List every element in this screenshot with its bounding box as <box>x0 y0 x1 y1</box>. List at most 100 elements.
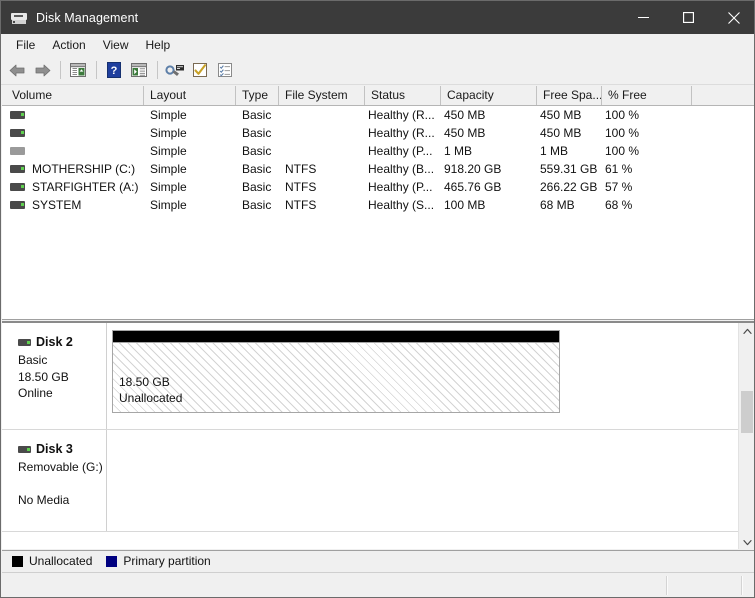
volume-list-rows: SimpleBasicHealthy (R...450 MB450 MB100 … <box>2 106 755 214</box>
menu-item-help[interactable]: Help <box>138 35 180 55</box>
disk-drive-icon <box>18 446 31 453</box>
volume-drive-icon <box>10 201 25 209</box>
disk-drive-icon <box>11 10 27 26</box>
partition-body: 18.50 GBUnallocated <box>113 342 559 412</box>
volume-cell-layout: Simple <box>150 106 236 124</box>
action-list-icon <box>217 62 234 78</box>
column-header-volume[interactable]: Volume <box>6 86 144 105</box>
disk-name: Disk 3 <box>36 442 73 456</box>
volume-cell-capacity: 100 MB <box>444 196 537 214</box>
scroll-up-icon <box>743 328 752 335</box>
maximize-icon <box>683 12 694 23</box>
disk-graphical-panel: Disk 2Basic18.50 GBOnline18.50 GBUnalloc… <box>2 321 755 549</box>
column-header-layout[interactable]: Layout <box>144 86 236 105</box>
minimize-icon <box>638 12 649 23</box>
volume-cell-status: Healthy (P... <box>368 142 441 160</box>
disk-panel-scrollbar[interactable] <box>738 323 755 549</box>
column-header-blank[interactable] <box>692 86 755 105</box>
volume-cell-percent-free: 61 % <box>605 160 692 178</box>
volume-cell-capacity: 450 MB <box>444 106 537 124</box>
volume-drive-icon <box>10 147 25 155</box>
volume-cell-layout: Simple <box>150 178 236 196</box>
disk-info-block[interactable]: Disk 3Removable (G:)No Media <box>8 430 107 531</box>
disk-partition-area: 18.50 GBUnallocated <box>112 323 560 429</box>
legend-item: Unallocated <box>12 554 92 568</box>
volume-cell-file-system: NTFS <box>285 196 365 214</box>
volume-cell-type: Basic <box>242 160 279 178</box>
volume-cell-free-space: 450 MB <box>540 106 602 124</box>
column-header-free[interactable]: % Free <box>602 86 692 105</box>
volume-cell-volume <box>32 106 144 124</box>
legend-label: Unallocated <box>29 554 92 568</box>
properties-icon <box>192 62 209 78</box>
partition-unallocated[interactable]: 18.50 GBUnallocated <box>112 330 560 413</box>
volume-drive-icon <box>10 183 25 191</box>
disk-row[interactable]: Disk 2Basic18.50 GBOnline18.50 GBUnalloc… <box>2 323 738 430</box>
partition-color-bar <box>113 331 559 342</box>
back-button[interactable] <box>5 58 29 82</box>
status-bar-separator-1 <box>666 576 668 595</box>
help-icon: ? <box>106 62 122 78</box>
status-bar-separator-2 <box>741 576 743 595</box>
volume-cell-free-space: 450 MB <box>540 124 602 142</box>
disk-row[interactable]: Disk 3Removable (G:)No Media <box>2 430 738 532</box>
action-list-button[interactable] <box>213 58 237 82</box>
column-header-free-spa[interactable]: Free Spa... <box>537 86 602 105</box>
maximize-button[interactable] <box>666 1 711 34</box>
show-hide-console-tree-button[interactable] <box>127 58 151 82</box>
title-bar: Disk Management <box>1 1 755 34</box>
column-header-capacity[interactable]: Capacity <box>441 86 537 105</box>
close-button[interactable] <box>711 1 755 34</box>
disk-info-block[interactable]: Disk 2Basic18.50 GBOnline <box>8 323 107 429</box>
volume-drive-icon <box>10 165 25 173</box>
volume-cell-file-system: NTFS <box>285 160 365 178</box>
volume-cell-percent-free: 68 % <box>605 196 692 214</box>
scrollbar-thumb[interactable] <box>741 391 753 433</box>
volume-cell-capacity: 1 MB <box>444 142 537 160</box>
volume-cell-status: Healthy (S... <box>368 196 441 214</box>
volume-row[interactable]: SYSTEMSimpleBasicNTFSHealthy (S...100 MB… <box>2 196 755 214</box>
volume-drive-icon <box>10 129 25 137</box>
volume-row[interactable]: SimpleBasicHealthy (P...1 MB1 MB100 % <box>2 142 755 160</box>
legend-item: Primary partition <box>106 554 210 568</box>
volume-cell-type: Basic <box>242 196 279 214</box>
column-header-type[interactable]: Type <box>236 86 279 105</box>
volume-cell-status: Healthy (B... <box>368 160 441 178</box>
volume-row[interactable]: STARFIGHTER (A:)SimpleBasicNTFSHealthy (… <box>2 178 755 196</box>
volume-row[interactable]: SimpleBasicHealthy (R...450 MB450 MB100 … <box>2 124 755 142</box>
menu-bar: File Action View Help <box>1 34 755 56</box>
back-arrow-icon <box>8 63 27 78</box>
forward-button[interactable] <box>30 58 54 82</box>
disk-size <box>18 476 106 493</box>
volume-cell-percent-free: 100 % <box>605 124 692 142</box>
volume-cell-file-system <box>285 106 365 124</box>
toolbar-separator-2 <box>96 61 97 79</box>
volume-cell-file-system <box>285 142 365 160</box>
volume-cell-free-space: 68 MB <box>540 196 602 214</box>
up-one-level-icon <box>69 62 87 78</box>
disk-type: Basic <box>18 352 106 369</box>
volume-cell-layout: Simple <box>150 160 236 178</box>
volume-cell-percent-free: 100 % <box>605 142 692 160</box>
volume-cell-status: Healthy (P... <box>368 178 441 196</box>
rescan-disks-button[interactable] <box>163 58 187 82</box>
menu-item-action[interactable]: Action <box>44 35 94 55</box>
up-one-level-button[interactable] <box>66 58 90 82</box>
menu-item-view[interactable]: View <box>95 35 138 55</box>
svg-text:?: ? <box>111 65 118 77</box>
scroll-down-button[interactable] <box>739 534 755 549</box>
volume-cell-volume <box>32 124 144 142</box>
menu-item-file[interactable]: File <box>8 35 44 55</box>
volume-row[interactable]: SimpleBasicHealthy (R...450 MB450 MB100 … <box>2 106 755 124</box>
volume-cell-volume: SYSTEM <box>32 196 144 214</box>
column-header-file-system[interactable]: File System <box>279 86 365 105</box>
disk-type: Removable (G:) <box>18 459 106 476</box>
help-button[interactable]: ? <box>102 58 126 82</box>
volume-row[interactable]: MOTHERSHIP (C:)SimpleBasicNTFSHealthy (B… <box>2 160 755 178</box>
properties-button[interactable] <box>188 58 212 82</box>
volume-cell-type: Basic <box>242 142 279 160</box>
scroll-up-button[interactable] <box>739 323 755 340</box>
minimize-button[interactable] <box>621 1 666 34</box>
column-header-status[interactable]: Status <box>365 86 441 105</box>
volume-list-panel: VolumeLayoutTypeFile SystemStatusCapacit… <box>2 86 755 320</box>
